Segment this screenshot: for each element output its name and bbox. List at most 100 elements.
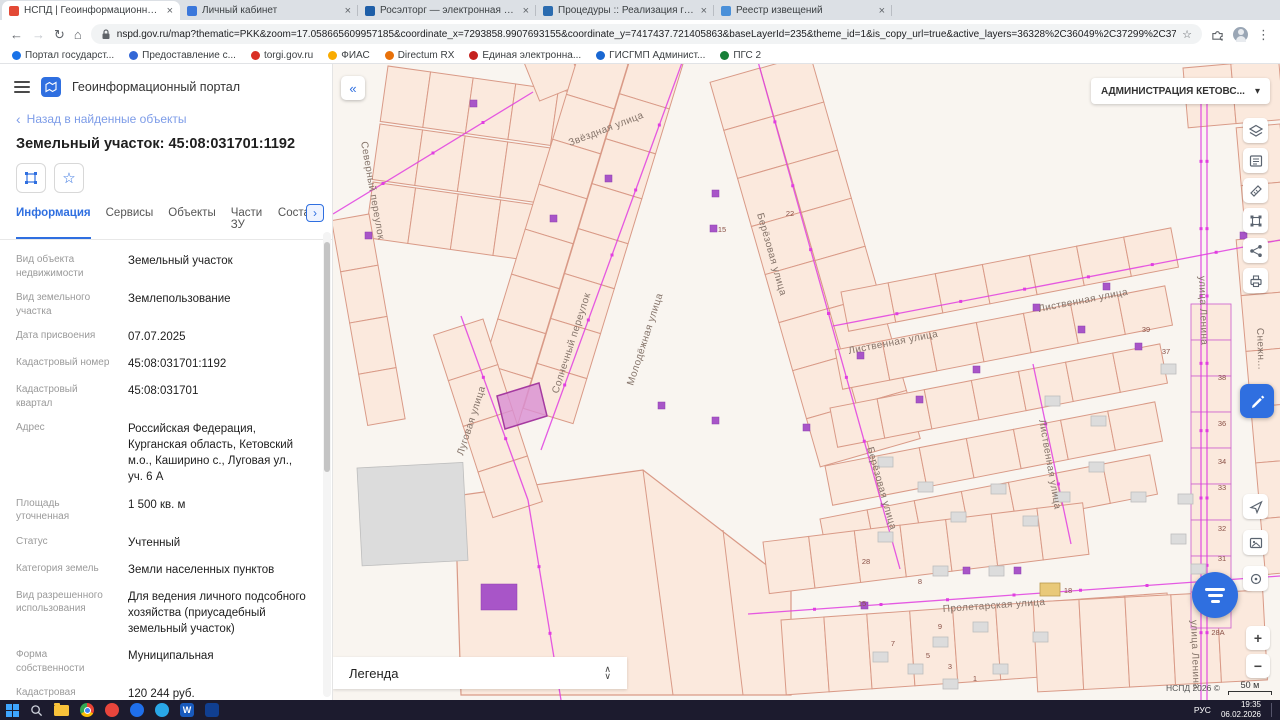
street-label: Молодёжная улица — [625, 292, 665, 387]
legend-toggle[interactable]: Легенда ∧∨ — [333, 657, 627, 689]
extensions-icon[interactable] — [1211, 28, 1224, 41]
browser-tab-roseltorg[interactable]: Росэлторг — электронная торг × — [358, 1, 536, 20]
back-to-results-link[interactable]: ‹ Назад в найденные объекты — [0, 105, 332, 131]
bookmark-item[interactable]: Directum RX — [385, 50, 455, 61]
address-bar[interactable]: nspd.gov.ru/map?thematic=PKK&zoom=17.058… — [91, 24, 1202, 44]
bookmark-star-icon[interactable]: ☆ — [1182, 28, 1192, 41]
parcel-number: 9 — [938, 622, 942, 631]
scrollbar-thumb[interactable] — [324, 242, 330, 472]
browser-tab-procedures[interactable]: Процедуры :: Реализация госи × — [536, 1, 714, 20]
field-row: Статус Учтенный — [16, 535, 306, 551]
bookmark-item[interactable]: Предоставление с... — [129, 50, 236, 61]
field-value: 45:08:031701 — [128, 383, 306, 410]
profile-avatar[interactable] — [1233, 27, 1248, 42]
support-chat-button[interactable] — [1192, 572, 1238, 618]
bookmark-item[interactable]: ПГС 2 — [720, 50, 761, 61]
browser-toolbar: ← → ↻ ⌂ nspd.gov.ru/map?thematic=PKK&zoo… — [0, 20, 1280, 48]
tab-services[interactable]: Сервисы — [106, 207, 154, 239]
start-button[interactable] — [6, 704, 19, 717]
measure-area-button[interactable] — [1243, 208, 1268, 233]
zoom-in-button[interactable]: + — [1246, 626, 1270, 650]
parcel-number: 5 — [926, 651, 930, 660]
field-row: Кадастровый квартал45:08:031701 — [16, 383, 306, 410]
tab-close-icon[interactable]: × — [345, 5, 351, 17]
taskbar-clock[interactable]: 19:35 06.02.2026 — [1221, 700, 1261, 720]
target-button[interactable] — [1243, 566, 1268, 591]
bookmark-item[interactable]: Единая электронна... — [469, 50, 581, 61]
map-toolbar — [1243, 118, 1268, 293]
home-icon[interactable]: ⌂ — [74, 28, 82, 41]
menu-dots-icon[interactable]: ⋮ — [1257, 28, 1270, 41]
tab-parcel-parts[interactable]: Части ЗУ — [231, 207, 263, 239]
taskbar-browser-icon[interactable] — [105, 703, 119, 717]
show-desktop-edge[interactable] — [1271, 703, 1274, 717]
tab-close-icon[interactable]: × — [701, 5, 707, 17]
browser-tab-nspd[interactable]: НСПД | Геоинформационный п × — [2, 1, 180, 20]
taskbar-app-square-icon[interactable] — [205, 703, 219, 717]
field-value: Учтенный — [128, 535, 306, 551]
browser-tab-registry[interactable]: Реестр извещений × — [714, 1, 892, 20]
collapse-panel-button[interactable]: « — [341, 76, 365, 100]
panel-scrollbar[interactable] — [323, 232, 331, 697]
info-panel: Геоинформационный портал ‹ Назад в найде… — [0, 64, 333, 700]
map-canvas[interactable]: Северный переулок Звёздная улица Солнечн… — [333, 64, 1280, 700]
map-copyright: НСПД 2026 © — [1166, 683, 1220, 693]
ruler-button[interactable] — [1243, 178, 1268, 203]
tab-objects[interactable]: Объекты — [168, 207, 215, 239]
tab-favicon — [721, 6, 731, 16]
taskbar-messenger-icon[interactable] — [155, 703, 169, 717]
basemap-button[interactable] — [1243, 530, 1268, 555]
field-value: Земельный участок — [128, 253, 306, 280]
tab-close-icon[interactable]: × — [167, 5, 173, 17]
field-value: 07.07.2025 — [128, 329, 306, 345]
bookmark-item[interactable]: ФИАС — [328, 50, 369, 61]
cadastral-map[interactable]: Северный переулок Звёздная улица Солнечн… — [333, 64, 1280, 700]
tab-close-icon[interactable]: × — [523, 5, 529, 17]
parcel-number: 28 — [862, 557, 870, 566]
parcel-number: 1 — [973, 674, 977, 683]
field-label: Статус — [16, 535, 112, 551]
share-button[interactable] — [1243, 238, 1268, 263]
lock-icon — [101, 29, 111, 40]
taskbar-chrome-icon[interactable] — [80, 703, 94, 717]
chevron-left-icon: ‹ — [16, 112, 21, 126]
print-button[interactable] — [1243, 268, 1268, 293]
panel-list-button[interactable] — [1243, 148, 1268, 173]
language-indicator[interactable]: РУС — [1194, 705, 1211, 715]
field-row: Вид объекта недвижимостиЗемельный участо… — [16, 253, 306, 280]
tab-information[interactable]: Информация — [16, 207, 91, 239]
taskbar-search-icon[interactable] — [30, 704, 43, 717]
taskbar-explorer-icon[interactable] — [54, 705, 69, 716]
draw-tool-button[interactable] — [1240, 384, 1274, 418]
tab-close-icon[interactable]: × — [879, 5, 885, 17]
field-value: Землепользование — [128, 291, 306, 318]
favorite-star-button[interactable]: ☆ — [54, 163, 84, 193]
back-icon[interactable]: ← — [10, 28, 23, 41]
reload-icon[interactable]: ↻ — [54, 28, 65, 41]
chevron-updown-icon: ∧∨ — [604, 666, 611, 680]
chevron-down-icon: ▾ — [1255, 86, 1260, 97]
taskbar-word-icon[interactable]: W — [180, 703, 194, 717]
parcel-number: 18 — [1064, 586, 1072, 595]
menu-hamburger-icon[interactable] — [14, 81, 30, 93]
forward-icon[interactable]: → — [32, 28, 45, 41]
zoom-out-button[interactable]: − — [1246, 654, 1270, 678]
select-object-button[interactable] — [16, 163, 46, 193]
browser-tab-cabinet[interactable]: Личный кабинет × — [180, 1, 358, 20]
parcel-number: 39 — [1142, 325, 1150, 334]
bookmark-item[interactable]: ГИСГМП Админист... — [596, 50, 705, 61]
tab-favicon — [543, 6, 553, 16]
attributes-list: Вид объекта недвижимостиЗемельный участо… — [0, 240, 332, 700]
tab-title: Росэлторг — электронная торг — [380, 5, 518, 16]
layers-button[interactable] — [1243, 118, 1268, 143]
locate-button[interactable] — [1243, 494, 1268, 519]
taskbar-app-blue-icon[interactable] — [130, 703, 144, 717]
bookmark-item[interactable]: torgi.gov.ru — [251, 50, 313, 61]
bookmark-item[interactable]: Портал государст... — [12, 50, 114, 61]
parcel-number: 8 — [918, 577, 922, 586]
field-value: Земли населенных пунктов — [128, 562, 306, 578]
parcel-number: 15 — [858, 599, 866, 608]
region-selector-dropdown[interactable]: АДМИНИСТРАЦИЯ КЕТОВС... ▾ — [1091, 78, 1270, 104]
tabs-scroll-right-button[interactable]: › — [306, 204, 324, 222]
field-label: Кадастровая стоимость — [16, 686, 112, 700]
